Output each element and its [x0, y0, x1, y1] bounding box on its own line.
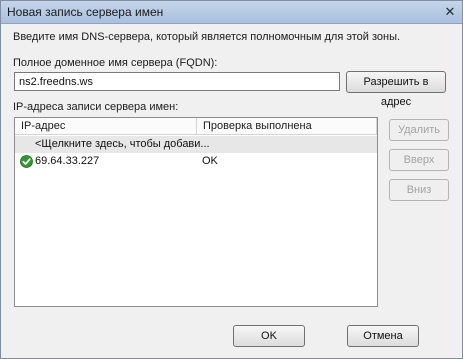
title-bar[interactable]: Новая запись сервера имен ✕ — [1, 1, 462, 24]
cancel-button[interactable]: Отмена — [347, 325, 419, 347]
add-entry-row[interactable]: <Щелкните здесь, чтобы добави... — [15, 136, 377, 153]
ip-address-value: 69.64.33.227 — [35, 155, 100, 167]
resolve-button[interactable]: Разрешить в адрес — [346, 71, 446, 108]
move-down-button[interactable]: Вниз — [389, 179, 449, 201]
column-header-ip[interactable]: IP-адрес — [15, 118, 197, 135]
delete-button[interactable]: Удалить — [389, 119, 449, 141]
dialog-window: Новая запись сервера имен ✕ Введите имя … — [0, 0, 463, 359]
window-title: Новая запись сервера имен — [7, 5, 164, 19]
close-icon[interactable]: ✕ — [442, 4, 458, 20]
move-up-button[interactable]: Вверх — [389, 149, 449, 171]
add-entry-text: <Щелкните здесь, чтобы добави... — [35, 138, 210, 150]
column-header-status[interactable]: Проверка выполнена — [197, 118, 377, 135]
description-text: Введите имя DNS-сервера, который являетс… — [13, 31, 401, 43]
ip-address-list[interactable]: IP-адрес Проверка выполнена <Щелкните зд… — [14, 117, 378, 307]
verification-status: OK — [202, 155, 218, 167]
fqdn-input[interactable] — [14, 72, 340, 91]
fqdn-label: Полное доменное имя сервера (FQDN): — [13, 57, 218, 69]
green-check-icon — [20, 155, 33, 168]
ip-list-label: IP-адреса записи сервера имен: — [13, 101, 179, 113]
list-item[interactable]: 69.64.33.227 OK — [15, 153, 377, 170]
ok-button[interactable]: OK — [233, 325, 305, 347]
